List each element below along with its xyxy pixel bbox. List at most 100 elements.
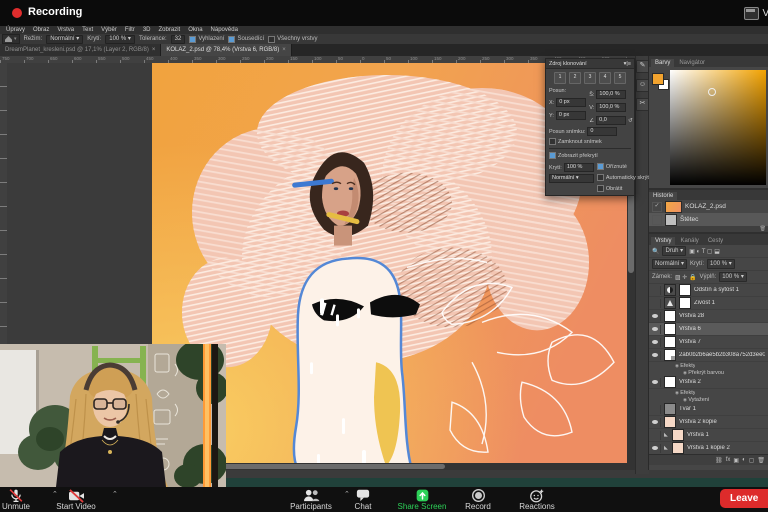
color-picker-field[interactable]: [670, 70, 766, 185]
clipped-checkbox[interactable]: [597, 163, 604, 170]
visibility-eye-icon[interactable]: [651, 444, 661, 453]
lock-icons[interactable]: ▨ ✛ 🔒: [675, 274, 697, 281]
clone-stamp-slot[interactable]: 3: [584, 72, 596, 84]
filter-kind-select[interactable]: Druh ▾: [662, 246, 686, 256]
layer-mask-thumbnail[interactable]: [679, 284, 691, 296]
reactions-button[interactable]: Reactions: [508, 488, 566, 511]
layer-thumbnail[interactable]: [664, 416, 676, 428]
layer-mask-thumbnail[interactable]: [679, 297, 691, 309]
offset-y-input[interactable]: 0 px: [556, 111, 586, 120]
layer-row[interactable]: ◣ Tvar 1: [649, 403, 768, 416]
mode-select[interactable]: Normální ▾: [46, 35, 83, 44]
tool-preset-picker[interactable]: ▾: [2, 34, 20, 44]
new-layer-icon[interactable]: ▢: [749, 457, 755, 464]
webcam-self-view[interactable]: [0, 344, 226, 487]
scale-h-input[interactable]: 100,0 %: [596, 103, 626, 112]
menu-item[interactable]: Nápověda: [207, 26, 242, 34]
tab-paths[interactable]: Cesty: [704, 237, 727, 245]
layer-thumbnail[interactable]: [664, 323, 676, 335]
visibility-eye-icon[interactable]: [651, 338, 661, 347]
layer-row[interactable]: ◣ Odstín a sytost 1: [649, 284, 768, 297]
layer-row[interactable]: ◣ Vrstva 7: [649, 336, 768, 349]
clone-stamp-slot[interactable]: 4: [599, 72, 611, 84]
menu-item[interactable]: Filtr: [121, 26, 139, 34]
visibility-eye-icon[interactable]: [651, 431, 661, 440]
visibility-eye-icon[interactable]: [651, 405, 661, 414]
link-layers-icon[interactable]: ⛓: [715, 457, 723, 464]
color-picker-cursor[interactable]: [708, 88, 716, 96]
history-brush-source-icon[interactable]: ✓: [652, 202, 662, 212]
overlay-opacity-input[interactable]: 100 %: [564, 163, 594, 172]
angle-input[interactable]: 0,0: [596, 116, 626, 125]
show-overlay-checkbox[interactable]: [549, 152, 556, 159]
opacity-select[interactable]: 100 % ▾: [105, 35, 135, 44]
tab-layers[interactable]: Vrstvy: [651, 237, 675, 245]
menu-item[interactable]: Zobrazit: [155, 26, 185, 34]
clone-stamp-slot[interactable]: 1: [554, 72, 566, 84]
tolerance-input[interactable]: 32: [171, 35, 186, 44]
layer-thumbnail[interactable]: [664, 403, 676, 415]
layer-thumbnail[interactable]: [664, 376, 676, 388]
menu-item[interactable]: Okna: [184, 26, 206, 34]
layer-row[interactable]: ◣ Překrýt barvou: [649, 369, 768, 376]
offset-x-input[interactable]: 0 px: [556, 98, 586, 107]
delete-layer-icon[interactable]: 🗑: [757, 457, 765, 464]
lock-frame-checkbox[interactable]: [549, 138, 556, 145]
invert-checkbox[interactable]: [597, 185, 604, 192]
layer-thumbnail[interactable]: [664, 336, 676, 348]
menu-item[interactable]: 3D: [139, 26, 155, 34]
layer-thumbnail[interactable]: [664, 284, 676, 296]
visibility-eye-icon[interactable]: [651, 378, 661, 387]
layer-row[interactable]: ◣ Vytažení: [649, 396, 768, 403]
contiguous-checkbox[interactable]: Sousedící: [228, 36, 264, 43]
layer-row[interactable]: ◣ Vrstva 1 kopie 2: [649, 442, 768, 454]
tab-colors[interactable]: Barvy: [651, 59, 674, 67]
clone-stamp-slot[interactable]: 5: [614, 72, 626, 84]
layer-row[interactable]: ◣ Efekty: [649, 362, 768, 369]
view-button[interactable]: View: [744, 4, 768, 22]
visibility-eye-icon[interactable]: [651, 325, 661, 334]
add-mask-icon[interactable]: ▣: [733, 457, 739, 464]
layer-thumbnail[interactable]: [672, 429, 684, 441]
layer-row[interactable]: ◣ Živost 1: [649, 297, 768, 310]
visibility-eye-icon[interactable]: [651, 299, 661, 308]
panel-menu-icon[interactable]: ▾|≡: [624, 61, 631, 67]
leave-button[interactable]: Leave: [720, 489, 768, 508]
close-tab-icon[interactable]: ×: [152, 47, 156, 53]
antialias-checkbox[interactable]: Vyhlazení: [189, 36, 224, 43]
history-snapshot-row[interactable]: ✓ KOLAZ_2.psd: [649, 200, 768, 213]
blend-mode-select[interactable]: Normální ▾: [652, 259, 687, 269]
tab-channels[interactable]: Kanály: [676, 237, 702, 245]
layer-row[interactable]: ◣ Vrstva 2 kopie: [649, 416, 768, 429]
menu-item[interactable]: Vrstva: [53, 26, 78, 34]
layer-row[interactable]: ◣ Efekty: [649, 389, 768, 396]
autohide-checkbox[interactable]: [597, 174, 604, 181]
close-tab-icon[interactable]: ×: [282, 47, 286, 53]
scale-w-input[interactable]: 100,0 %: [596, 90, 626, 99]
visibility-eye-icon[interactable]: [651, 418, 661, 427]
adjustment-layer-icon[interactable]: ◐: [742, 457, 746, 463]
layer-row[interactable]: ◣ Vrstva 2: [649, 376, 768, 389]
participants-button[interactable]: Participants: [280, 488, 342, 511]
record-button[interactable]: Record: [452, 488, 504, 511]
start-video-chevron-icon[interactable]: ⌃: [112, 490, 118, 498]
frame-offset-input[interactable]: 0: [587, 127, 617, 136]
menu-item[interactable]: Obraz: [29, 26, 53, 34]
filter-type-icons[interactable]: ▣ ◐ T ▢ ⬓: [689, 248, 720, 255]
foreground-background-swatches[interactable]: [652, 73, 668, 89]
menu-item[interactable]: Úpravy: [2, 26, 29, 34]
layer-thumbnail[interactable]: [664, 310, 676, 322]
start-video-button[interactable]: Start Video: [48, 488, 104, 511]
layer-thumbnail[interactable]: [664, 349, 676, 361]
visibility-eye-icon[interactable]: [651, 351, 661, 360]
document-tab[interactable]: KOLAZ_2.psd @ 78,4% (Vrstva 6, RGB/8)×: [161, 44, 291, 56]
layer-row[interactable]: ◣ Vrstva 6: [649, 323, 768, 336]
layer-row[interactable]: ◣ Vrstva 1: [649, 429, 768, 442]
document-tab[interactable]: DreamPlanet_kresleni.psd @ 17,1% (Layer …: [0, 44, 161, 56]
menu-item[interactable]: Text: [78, 26, 97, 34]
visibility-eye-icon[interactable]: [651, 286, 661, 295]
layer-row[interactable]: ◣ Vrstva 28: [649, 310, 768, 323]
share-screen-button[interactable]: Share Screen: [390, 488, 454, 511]
all-layers-checkbox[interactable]: Všechny vrstvy: [268, 36, 317, 43]
reset-transform-icon[interactable]: ↺: [628, 118, 633, 124]
